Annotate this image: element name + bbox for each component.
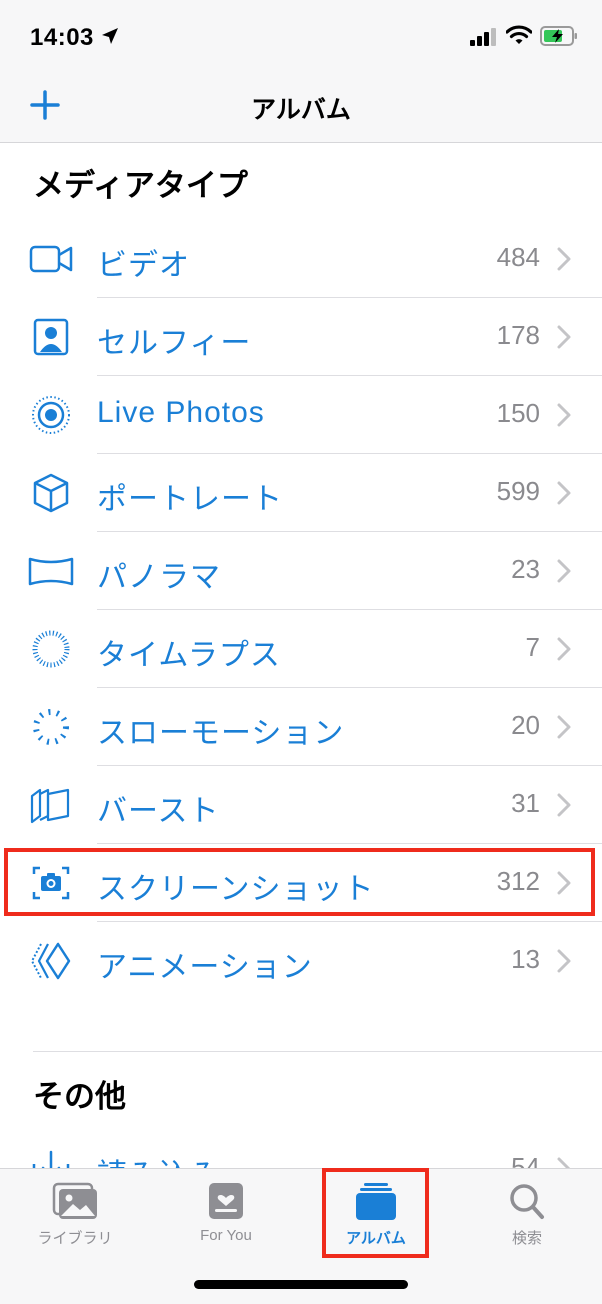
row-burst[interactable]: バースト 31 xyxy=(0,766,602,844)
status-bar: 14:03 xyxy=(0,0,602,76)
selfie-icon xyxy=(33,318,69,356)
chevron-right-icon xyxy=(557,715,571,739)
tab-label: For You xyxy=(200,1227,252,1244)
row-label: ビデオ xyxy=(97,249,190,282)
panorama-icon xyxy=(28,557,74,586)
home-indicator xyxy=(194,1280,408,1289)
location-arrow-icon xyxy=(102,28,118,44)
row-panorama[interactable]: パノラマ 23 xyxy=(0,532,602,610)
row-label: セルフィー xyxy=(97,327,252,360)
chevron-right-icon xyxy=(557,871,571,895)
chevron-right-icon xyxy=(557,637,571,661)
row-count: 23 xyxy=(511,554,540,584)
tab-label: ライブラリ xyxy=(37,1230,113,1247)
section-title-others: その他 xyxy=(33,1079,126,1114)
row-count: 312 xyxy=(496,866,540,896)
status-time: 14:03 xyxy=(30,24,94,51)
row-count: 31 xyxy=(511,788,540,818)
tab-library[interactable]: ライブラリ xyxy=(0,1169,150,1261)
row-count: 484 xyxy=(496,242,540,272)
row-portrait[interactable]: ポートレート 599 xyxy=(0,454,602,532)
screenshot-icon xyxy=(32,866,70,900)
tab-search[interactable]: 検索 xyxy=(452,1169,602,1261)
row-label: タイムラプス xyxy=(97,639,281,672)
row-slow-motion[interactable]: スローモーション 20 xyxy=(0,688,602,766)
navigation-bar: アルバム xyxy=(0,76,602,143)
page-title: アルバム xyxy=(251,96,351,124)
row-label: ポートレート xyxy=(97,483,283,516)
row-count: 13 xyxy=(511,944,540,974)
slow-motion-icon xyxy=(33,709,69,745)
timelapse-icon xyxy=(32,630,70,668)
row-timelapse[interactable]: タイムラプス 7 xyxy=(0,610,602,688)
row-selfie[interactable]: セルフィー 178 xyxy=(0,298,602,376)
tab-label: アルバム xyxy=(346,1230,406,1247)
tab-albums[interactable]: アルバム xyxy=(301,1169,451,1261)
burst-icon xyxy=(30,788,70,824)
portrait-cube-icon xyxy=(33,473,69,513)
chevron-right-icon xyxy=(557,949,571,973)
chevron-right-icon xyxy=(557,481,571,505)
row-count: 20 xyxy=(511,710,540,740)
row-screenshots[interactable]: スクリーンショット 312 xyxy=(0,844,602,922)
row-count: 599 xyxy=(496,476,540,506)
row-count: 178 xyxy=(496,320,540,350)
row-label: スクリーンショット xyxy=(97,873,375,906)
wifi-icon xyxy=(506,25,532,44)
chevron-right-icon xyxy=(557,325,571,349)
section-title-media-types: メディアタイプ xyxy=(33,168,248,203)
row-live-photos[interactable]: Live Photos 150 xyxy=(0,376,602,454)
row-label: パノラマ xyxy=(97,561,221,594)
tab-for-you[interactable]: For You xyxy=(151,1169,301,1261)
chevron-right-icon xyxy=(557,559,571,583)
animation-icon xyxy=(30,942,71,980)
row-label: Live Photos xyxy=(97,396,265,429)
cellular-signal-icon xyxy=(470,28,496,46)
for-you-icon xyxy=(209,1183,243,1219)
tab-label: 検索 xyxy=(511,1230,542,1247)
search-icon xyxy=(510,1184,544,1219)
live-photos-icon xyxy=(32,396,70,434)
row-count: 7 xyxy=(525,632,540,662)
battery-charging-icon xyxy=(540,26,577,46)
row-animation[interactable]: アニメーション 13 xyxy=(0,922,602,1000)
section-divider xyxy=(33,1051,602,1052)
row-count: 150 xyxy=(496,398,540,428)
row-label: スローモーション xyxy=(97,717,345,750)
chevron-right-icon xyxy=(557,403,571,427)
row-video[interactable]: ビデオ 484 xyxy=(0,220,602,298)
row-label: バースト xyxy=(97,795,220,828)
row-label: アニメーション xyxy=(97,951,313,984)
albums-icon xyxy=(356,1183,396,1220)
video-icon xyxy=(29,245,73,273)
chevron-right-icon xyxy=(557,793,571,817)
library-icon xyxy=(52,1182,97,1219)
chevron-right-icon xyxy=(557,247,571,271)
